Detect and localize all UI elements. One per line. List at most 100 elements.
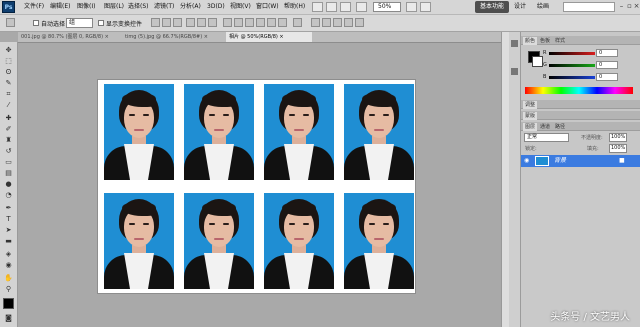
character-panel-icon[interactable]: [511, 68, 518, 75]
workspace-painting[interactable]: 绘画: [534, 1, 552, 13]
clone-stamp-tool-icon[interactable]: ♜: [4, 136, 13, 145]
lasso-tool-icon[interactable]: ʘ: [4, 68, 13, 77]
align-top-icon[interactable]: [151, 18, 160, 27]
tab-001-jpg[interactable]: 001.jpg @ 80.7% (图层 0, RGB/8) ×: [18, 32, 122, 42]
distribute-left-icon[interactable]: [256, 18, 265, 27]
hand-icon[interactable]: [356, 2, 367, 12]
tab-timg-jpg[interactable]: timg (5).jpg @ 66.7%(RGB/8#) ×: [122, 32, 226, 42]
distribute-top-icon[interactable]: [223, 18, 232, 27]
fill-value[interactable]: 100%: [609, 144, 627, 153]
screen-mode-icon[interactable]: [420, 2, 431, 12]
foreground-color-swatch[interactable]: [3, 298, 14, 309]
menu-select[interactable]: 选择(S): [128, 3, 149, 11]
red-slider[interactable]: [549, 52, 595, 55]
zoom-tool-icon[interactable]: ⚲: [4, 285, 13, 294]
gradient-tool-icon[interactable]: ▤: [4, 169, 13, 178]
quick-mask-icon[interactable]: ◙: [4, 314, 13, 323]
align-hcenter-icon[interactable]: [197, 18, 206, 27]
vertical-scrollbar[interactable]: [501, 32, 509, 327]
search-input[interactable]: [563, 2, 615, 12]
brush-tool-icon[interactable]: ✐: [4, 125, 13, 134]
tab-color[interactable]: 颜色: [523, 37, 538, 45]
panel-background-swatch[interactable]: [532, 56, 543, 67]
blur-tool-icon[interactable]: ●: [4, 180, 13, 189]
align-left-icon[interactable]: [186, 18, 195, 27]
marquee-tool-icon[interactable]: ⬚: [4, 57, 13, 66]
tab-layers[interactable]: 图层: [523, 123, 538, 131]
3d-scale-icon[interactable]: [355, 18, 364, 27]
tab-paths[interactable]: 路径: [553, 123, 567, 131]
move-tool-icon[interactable]: ✥: [4, 46, 13, 55]
layer-row-background[interactable]: ◉ 背景 ■: [521, 155, 640, 167]
bridge-icon[interactable]: [312, 2, 323, 12]
type-tool-icon[interactable]: T: [4, 215, 13, 224]
menu-image[interactable]: 图像(I): [77, 3, 95, 11]
distribute-right-icon[interactable]: [278, 18, 287, 27]
3d-roll-icon[interactable]: [322, 18, 331, 27]
tab-swatches[interactable]: 色板: [538, 37, 552, 45]
menu-analysis[interactable]: 分析(A): [180, 3, 201, 11]
minimize-icon[interactable]: –: [618, 2, 625, 11]
history-brush-tool-icon[interactable]: ↺: [4, 147, 13, 156]
green-value[interactable]: 0: [596, 61, 618, 69]
workspace-essentials[interactable]: 基本功能: [475, 1, 509, 13]
move-tool-preset-icon[interactable]: [6, 18, 15, 27]
layer-name[interactable]: 背景: [554, 157, 566, 165]
layer-visibility-eye-icon[interactable]: ◉: [524, 158, 529, 164]
restore-icon[interactable]: ▫: [626, 2, 633, 11]
3d-slide-icon[interactable]: [344, 18, 353, 27]
blue-value[interactable]: 0: [596, 73, 618, 81]
tab-masks[interactable]: 蒙版: [523, 112, 538, 120]
shape-tool-icon[interactable]: ▬: [4, 237, 13, 246]
menu-help[interactable]: 帮助(H): [284, 3, 305, 11]
dodge-tool-icon[interactable]: ◔: [4, 191, 13, 200]
align-vcenter-icon[interactable]: [162, 18, 171, 27]
menu-window[interactable]: 窗口(W): [256, 3, 279, 11]
tab-xiangpian[interactable]: 相片 @ 50%(RGB/8) ×: [226, 32, 312, 42]
blend-mode-dropdown[interactable]: 正常: [524, 133, 569, 142]
view-extras-icon[interactable]: [340, 2, 351, 12]
path-select-tool-icon[interactable]: ➤: [4, 226, 13, 235]
menu-view[interactable]: 视图(V): [230, 3, 251, 11]
opacity-value[interactable]: 100%: [609, 133, 627, 142]
auto-select-dropdown[interactable]: 组: [66, 18, 93, 28]
eyedropper-tool-icon[interactable]: ⁄: [4, 101, 13, 110]
menu-3d[interactable]: 3D(D): [207, 3, 225, 11]
menu-file[interactable]: 文件(F): [24, 3, 44, 11]
green-slider[interactable]: [549, 64, 595, 67]
hand-tool-icon[interactable]: ✋: [4, 274, 13, 283]
tab-adjustments[interactable]: 调整: [523, 101, 538, 109]
distribute-hcenter-icon[interactable]: [267, 18, 276, 27]
3d-camera-tool-icon[interactable]: ◉: [4, 261, 13, 270]
healing-brush-tool-icon[interactable]: ✚: [4, 114, 13, 123]
align-right-icon[interactable]: [208, 18, 217, 27]
show-transform-checkbox[interactable]: [98, 20, 104, 26]
tab-channels[interactable]: 通道: [538, 123, 552, 131]
mini-bridge-icon[interactable]: [326, 2, 337, 12]
distribute-vcenter-icon[interactable]: [234, 18, 243, 27]
arrange-documents-icon[interactable]: [406, 2, 417, 12]
history-panel-icon[interactable]: [511, 40, 518, 47]
3d-object-tool-icon[interactable]: ◈: [4, 250, 13, 259]
color-spectrum-bar[interactable]: [525, 87, 633, 94]
crop-tool-icon[interactable]: ⌗: [4, 90, 13, 99]
close-icon[interactable]: ×: [633, 2, 640, 11]
3d-pan-icon[interactable]: [333, 18, 342, 27]
auto-select-checkbox[interactable]: [33, 20, 39, 26]
align-bottom-icon[interactable]: [173, 18, 182, 27]
menu-edit[interactable]: 编辑(E): [50, 3, 70, 11]
quick-select-tool-icon[interactable]: ✎: [4, 79, 13, 88]
distribute-bottom-icon[interactable]: [245, 18, 254, 27]
menu-filter[interactable]: 滤镜(T): [154, 3, 174, 11]
tab-styles[interactable]: 样式: [553, 37, 567, 45]
pen-tool-icon[interactable]: ✒: [4, 204, 13, 213]
blue-slider[interactable]: [549, 76, 595, 79]
eraser-tool-icon[interactable]: ▭: [4, 158, 13, 167]
menu-layer[interactable]: 图层(L): [104, 3, 124, 11]
workspace-design[interactable]: 设计: [511, 1, 529, 13]
3d-rotate-icon[interactable]: [311, 18, 320, 27]
zoom-level[interactable]: 50%: [373, 2, 401, 12]
document-canvas[interactable]: [98, 80, 415, 293]
auto-align-icon[interactable]: [293, 18, 302, 27]
red-value[interactable]: 0: [596, 49, 618, 57]
